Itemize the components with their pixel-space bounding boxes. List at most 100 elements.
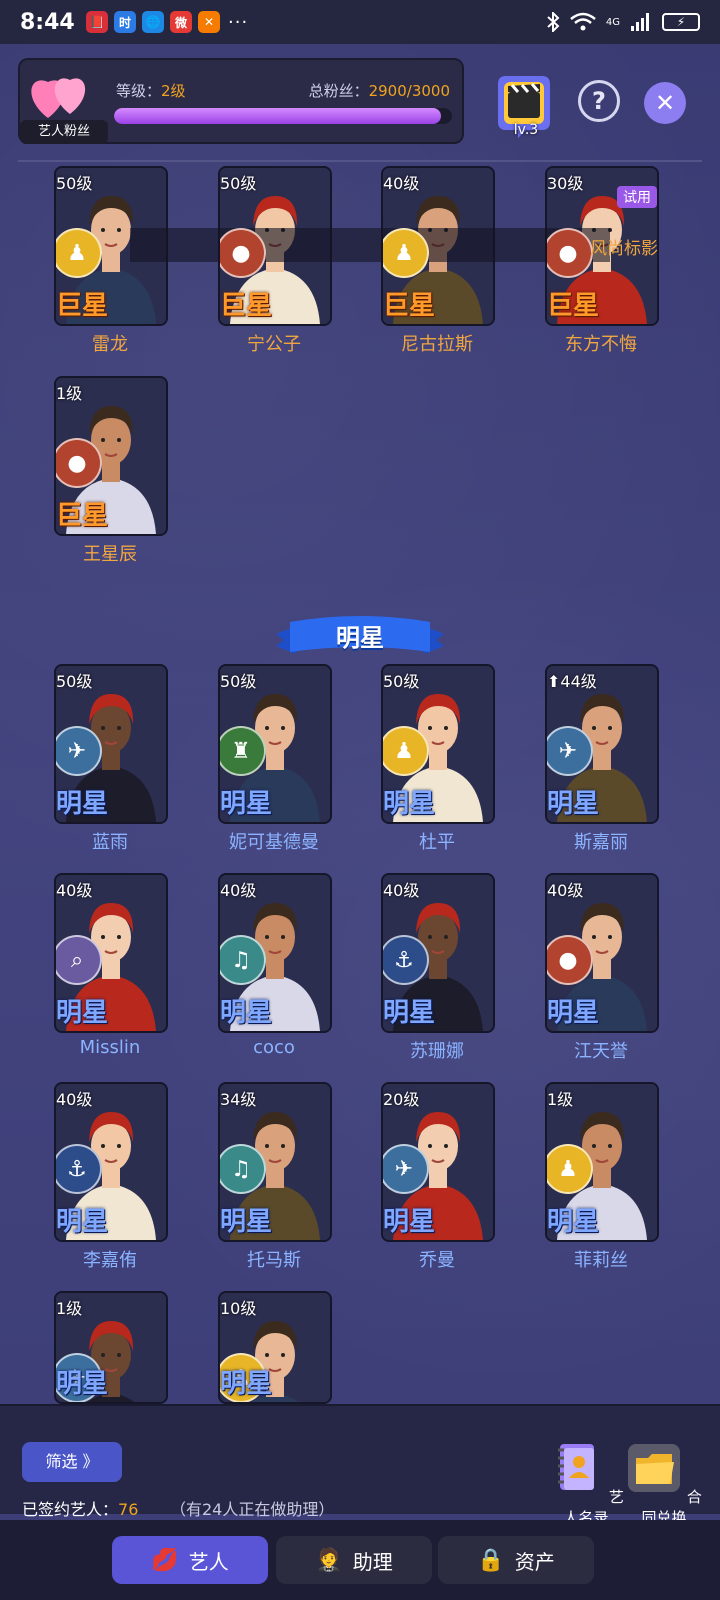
artist-name: 乔曼	[419, 1250, 455, 1271]
artist-level: 40级	[56, 1090, 93, 1109]
total-fans-text: 总粉丝：2900/3000	[309, 80, 450, 101]
artist-name: 妮可基德曼	[229, 832, 319, 853]
artist-card[interactable]: 40级 ● 明星	[545, 873, 659, 1033]
artist-rank: 明星	[547, 789, 600, 819]
artist-card[interactable]: 40级 ⌕ 明星	[54, 873, 168, 1033]
artist-level: 1级	[56, 1299, 83, 1318]
artist-card[interactable]: 1级 ♟ 明星	[545, 1082, 659, 1242]
artist-card[interactable]: 40级 ⚓ 明星	[381, 873, 495, 1033]
level-text: 等级：2级	[116, 80, 186, 101]
artist-level: 1级	[547, 1090, 574, 1109]
artist-rank: 明星	[56, 789, 109, 819]
artist-card[interactable]: 40级 ⚓ 明星	[54, 1082, 168, 1242]
artist-level: 50级	[220, 672, 257, 691]
soldier-role-icon: ♟	[547, 1144, 593, 1194]
artist-level: 34级	[220, 1090, 257, 1109]
tab-assistants[interactable]: 🤵 助理	[276, 1536, 432, 1584]
soldier-role-icon: ♟	[383, 228, 429, 278]
artist-card[interactable]: 34级 ♫ 明星	[218, 1082, 332, 1242]
tab-artists[interactable]: 💋 艺人	[112, 1536, 268, 1584]
directory-book-icon	[558, 1444, 595, 1490]
network-type: 4G	[605, 16, 620, 28]
tab-artists-label: 艺人	[188, 1549, 229, 1574]
silhouette-role-icon: ●	[547, 228, 593, 278]
artist-level: 30级	[547, 174, 584, 193]
app-notification-icon: 📕	[86, 11, 108, 33]
artist-name: 杜平	[419, 832, 455, 853]
status-bar: 8:44 📕 时 🌐 微 ✕ ··· 4G ⚡	[0, 0, 720, 44]
artist-directory-button[interactable]: 艺人名录	[546, 1440, 626, 1528]
artist-card[interactable]: 10级 ♟ 明星	[218, 1291, 332, 1404]
tab-assets-label: 资产	[514, 1549, 555, 1574]
ship-role-icon: ⚓	[383, 935, 429, 985]
bluetooth-icon	[547, 12, 560, 32]
artist-name: 斯嘉丽	[574, 832, 628, 853]
filter-button[interactable]: 筛选 》	[22, 1442, 122, 1482]
section-title-star: 明星	[336, 624, 384, 652]
butler-icon: 🤵	[315, 1547, 343, 1573]
artist-name: 菲莉丝	[574, 1250, 628, 1271]
total-fans-label: 总粉丝：	[308, 82, 369, 100]
artist-level: ⬆44级	[547, 672, 597, 691]
artist-rank: 明星	[383, 1207, 436, 1237]
artist-name: 雷龙	[92, 334, 128, 355]
artist-card[interactable]: 1级 ● 巨星	[54, 376, 168, 536]
hearts-icon	[31, 78, 86, 118]
artist-rank: 明星	[220, 1369, 273, 1399]
artist-rank: 明星	[383, 789, 436, 819]
status-time: 8:44	[20, 9, 75, 35]
artist-level: 40级	[547, 881, 584, 900]
magnifier-role-icon: ⌕	[56, 935, 102, 985]
artist-level: 50级	[383, 672, 420, 691]
artist-level: 40级	[56, 881, 93, 900]
artist-rank: 明星	[56, 1369, 109, 1399]
artist-rank: 明星	[383, 998, 436, 1028]
artist-rank: 巨星	[56, 501, 109, 531]
liberty-role-icon: ♜	[220, 726, 266, 776]
signed-label: 已签约艺人：	[22, 1500, 119, 1519]
battery-icon: ⚡	[662, 13, 700, 31]
contract-exchange-button[interactable]: 合同兑换	[624, 1440, 704, 1528]
header-divider	[18, 160, 702, 162]
help-button[interactable]: ?	[578, 80, 620, 122]
artist-level: 50级	[56, 174, 93, 193]
signal-icon	[631, 13, 649, 31]
fans-panel: 艺人粉丝 等级：2级 总粉丝：2900/3000	[18, 58, 464, 144]
artist-level: 10级	[220, 1299, 257, 1318]
contract-folder-icon	[628, 1444, 681, 1492]
artist-level: 40级	[383, 174, 420, 193]
artist-rank: 明星	[220, 789, 273, 819]
close-button[interactable]: ✕	[644, 82, 686, 124]
fans-progress-fill	[114, 108, 441, 124]
app-notification-icon: ✕	[198, 11, 220, 33]
artist-rank: 巨星	[547, 291, 600, 321]
artist-card[interactable]: 50级 ♜ 明星	[218, 664, 332, 824]
artist-rank: 巨星	[56, 291, 109, 321]
artist-card[interactable]: ⬆44级 ✈ 明星	[545, 664, 659, 824]
artist-card[interactable]: 40级 ♫ 明星	[218, 873, 332, 1033]
app-notification-icon: 🌐	[142, 11, 164, 33]
app-notification-icon: 时	[114, 11, 136, 33]
artist-card[interactable]: 1级 ✈ 明星	[54, 1291, 168, 1404]
artist-rank: 巨星	[383, 291, 436, 321]
artist-card[interactable]: 20级 ✈ 明星	[381, 1082, 495, 1242]
artist-name: 李嘉侑	[83, 1250, 137, 1271]
artist-level: 20级	[383, 1090, 420, 1109]
total-fans-value: 2900/3000	[368, 82, 450, 100]
silhouette-role-icon: ●	[220, 228, 266, 278]
level-label: 等级：	[116, 82, 162, 100]
dance-role-icon: ♫	[220, 1144, 266, 1194]
studio-level: lv.3	[513, 122, 539, 138]
overlay-caption: 风尚标影	[590, 239, 658, 259]
artist-name: Misslin	[79, 1037, 141, 1058]
artist-card[interactable]: 50级 ✈ 明星	[54, 664, 168, 824]
lips-icon: 💋	[151, 1547, 179, 1573]
artist-name: 苏珊娜	[410, 1041, 464, 1062]
artist-card[interactable]: 50级 ♟ 明星	[381, 664, 495, 824]
status-right: 4G ⚡	[546, 12, 700, 32]
artist-level: 1级	[56, 384, 83, 403]
tab-assets[interactable]: 🔒 资产	[438, 1536, 594, 1584]
assisting-text: （有24人正在做助理）	[170, 1500, 335, 1519]
dance-role-icon: ♫	[220, 935, 266, 985]
wifi-icon	[570, 12, 596, 31]
